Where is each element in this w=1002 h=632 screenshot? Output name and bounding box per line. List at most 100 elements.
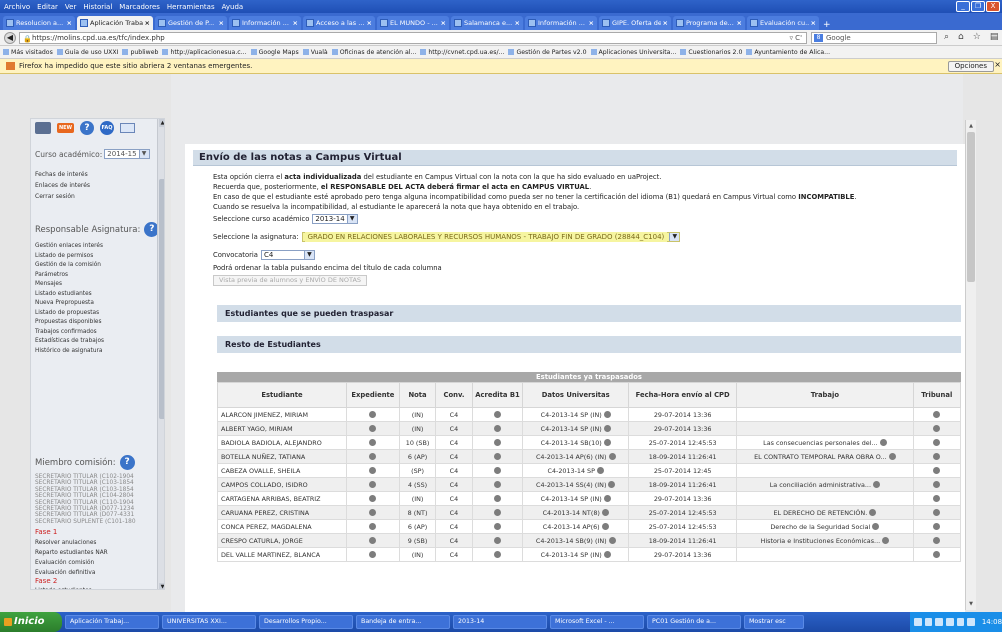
help-icon[interactable]: ? [80, 121, 94, 135]
info-icon[interactable] [369, 411, 377, 418]
close-tab-icon[interactable]: × [589, 19, 594, 27]
info-icon[interactable] [493, 411, 501, 418]
taskbar-item[interactable]: Mostrar esc [744, 615, 804, 629]
menu-item[interactable]: Ver [65, 3, 76, 11]
tray-icon[interactable] [956, 618, 965, 626]
bookmark-item[interactable]: http://aplicacionesua.c... [162, 48, 247, 56]
column-header[interactable]: Nota [398, 382, 437, 408]
help-icon[interactable]: ? [119, 455, 135, 470]
restore-button[interactable]: ❐ [971, 1, 985, 12]
info-icon[interactable] [933, 481, 941, 488]
print-icon[interactable] [35, 122, 51, 134]
search-input[interactable]: 8 Google [811, 32, 937, 44]
info-icon[interactable] [603, 551, 611, 558]
sidebar-item[interactable]: Resolver anulaciones [35, 538, 108, 548]
info-icon[interactable] [873, 481, 880, 488]
sidebar-item[interactable]: Evaluación comisión [35, 558, 108, 568]
info-icon[interactable] [603, 411, 611, 418]
browser-tab[interactable]: Aplicación Trabaj...× [77, 16, 153, 30]
sidebar-item[interactable]: Listado estudiantes [35, 290, 104, 300]
convocatoria-select[interactable]: C4 ▼ [260, 250, 315, 260]
close-tab-icon[interactable]: × [145, 19, 150, 27]
browser-tab[interactable]: Acceso a las ... × [303, 16, 375, 30]
options-button[interactable]: Opciones [947, 61, 994, 72]
browser-tab[interactable]: Programa de... × [673, 16, 745, 30]
menu-item[interactable]: Archivo [4, 3, 30, 11]
scroll-up-icon[interactable]: ▲ [967, 122, 975, 130]
info-icon[interactable] [933, 551, 941, 558]
bookmark-item[interactable]: Gestión de Partes v2.0 [508, 48, 587, 56]
tray-icon[interactable] [935, 618, 943, 626]
back-button-icon[interactable]: ◀ [4, 32, 16, 44]
info-icon[interactable] [493, 495, 501, 502]
info-icon[interactable] [888, 453, 896, 460]
column-header[interactable]: Fecha-Hora envío al CPD [628, 382, 738, 408]
tray-icon[interactable] [914, 618, 922, 626]
menu-item[interactable]: Editar [37, 3, 58, 11]
sidebar-item[interactable]: Listado de permisos [35, 252, 104, 262]
secretario-item[interactable]: SECRETARIO TITULAR (C103-1854 [35, 480, 136, 486]
taskbar-item[interactable]: Bandeja de entra... [356, 615, 450, 629]
asignatura-select[interactable]: GRADO EN RELACIONES LABORALES Y RECURSOS… [301, 232, 681, 242]
faq-icon[interactable]: FAQ [100, 121, 114, 135]
close-notice-icon[interactable]: × [994, 60, 1001, 69]
info-icon[interactable] [608, 537, 616, 544]
close-tab-icon[interactable]: × [293, 19, 298, 27]
menu-item[interactable]: Herramientas [167, 3, 215, 11]
curso-select[interactable]: 2013-14 ▼ [312, 214, 358, 224]
info-icon[interactable] [933, 453, 941, 460]
mail-icon[interactable] [120, 123, 135, 133]
info-icon[interactable] [493, 467, 501, 474]
info-icon[interactable] [872, 523, 880, 530]
info-icon[interactable] [933, 509, 941, 516]
info-icon[interactable] [493, 537, 501, 544]
column-header[interactable]: Datos Universitas [522, 382, 630, 408]
close-tab-icon[interactable]: × [67, 19, 72, 27]
column-header[interactable]: Tribunal [912, 382, 962, 408]
browser-tab[interactable]: GIPE. Oferta de E...× [599, 16, 671, 30]
scroll-up-icon[interactable]: ▲ [159, 119, 164, 127]
info-icon[interactable] [933, 467, 941, 474]
scroll-down-icon[interactable]: ▼ [967, 600, 975, 608]
info-icon[interactable] [933, 439, 941, 446]
bookmark-item[interactable]: Google Maps [250, 48, 299, 56]
info-icon[interactable] [493, 551, 501, 558]
bookmark-item[interactable]: Cuestionarios 2.0 [680, 48, 742, 56]
browser-tab[interactable]: Información ... × [525, 16, 597, 30]
info-icon[interactable] [369, 495, 377, 502]
sidebar-item[interactable]: Listado estudiantes [35, 586, 92, 589]
sidebar-item[interactable]: Nueva Prepropuesta [35, 299, 104, 309]
info-icon[interactable] [596, 467, 604, 474]
taskbar-item[interactable]: Desarrollos Propio... [259, 615, 353, 629]
browser-tab[interactable]: EL MUNDO - ... × [377, 16, 449, 30]
info-icon[interactable] [933, 537, 941, 544]
info-icon[interactable] [933, 523, 941, 530]
sidebar-item[interactable]: Listado de propuestas [35, 309, 104, 319]
menu-item[interactable]: Historial [83, 3, 112, 11]
sidebar-item[interactable]: Gestión enlaces interés [35, 242, 104, 252]
info-icon[interactable] [933, 411, 941, 418]
sidebar-link[interactable]: Cerrar sesión [35, 191, 90, 202]
search-icon[interactable]: ⌕ [944, 32, 949, 42]
info-icon[interactable] [369, 523, 377, 530]
preview-send-button[interactable]: Vista previa de alumnos y ENVÍO DE NOTAS [213, 275, 368, 286]
sidebar-scrollbar[interactable]: ▲ ▼ [157, 119, 164, 589]
info-icon[interactable] [869, 509, 877, 516]
info-icon[interactable] [608, 453, 616, 460]
column-header[interactable]: Estudiante [217, 382, 347, 408]
sidebar-item[interactable]: Histórico de asignatura [35, 347, 104, 357]
close-window-button[interactable]: X [986, 1, 1000, 12]
info-icon[interactable] [603, 439, 611, 446]
tray-icon[interactable] [967, 618, 975, 626]
info-icon[interactable] [601, 523, 609, 530]
bookmark-item[interactable]: http://cvnet.cpd.ua.es/... [420, 48, 504, 56]
info-icon[interactable] [369, 551, 377, 558]
sidebar-link[interactable]: Fechas de interés [35, 169, 90, 180]
close-tab-icon[interactable]: × [367, 19, 372, 27]
info-icon[interactable] [882, 537, 890, 544]
secretario-item[interactable]: SECRETARIO SUPLENTE (C101-180 [35, 519, 136, 525]
column-header[interactable]: Trabajo [736, 382, 914, 408]
close-tab-icon[interactable]: × [515, 19, 520, 27]
bookmarks-menu-icon[interactable]: ▤ [990, 32, 999, 42]
bookmark-star-icon[interactable]: ☆ [973, 32, 981, 42]
